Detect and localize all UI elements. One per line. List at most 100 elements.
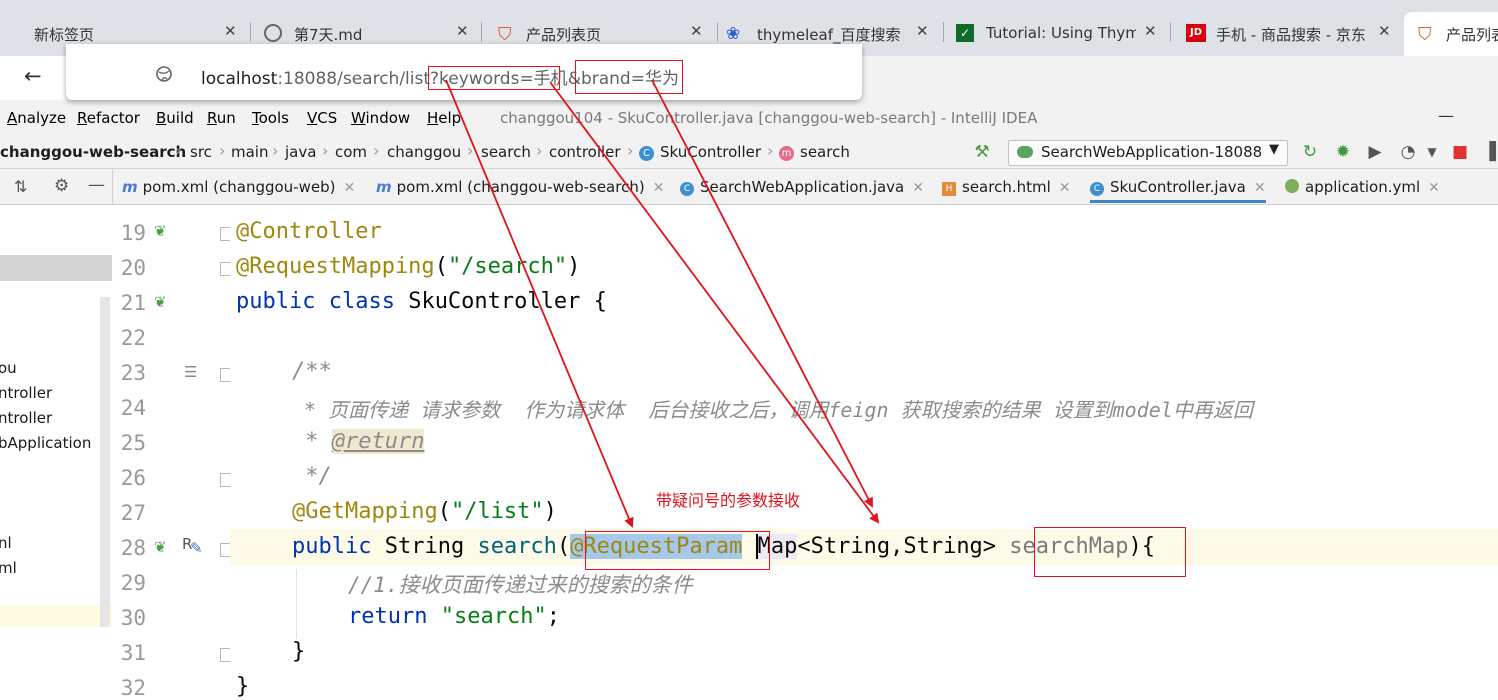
tree-item[interactable]: nl	[0, 534, 12, 552]
crumb-class-label: SkuController	[660, 143, 762, 161]
menu-build[interactable]: Build	[156, 109, 194, 127]
run-coverage-icon[interactable]: ▶	[1365, 142, 1385, 162]
tab-label: application.yml	[1305, 178, 1421, 196]
crumb-java[interactable]: java	[285, 143, 316, 161]
tab-search-web-application[interactable]: C SearchWebApplication.java ✕	[680, 178, 924, 196]
menu-run[interactable]: Run	[207, 109, 236, 127]
crumb-method[interactable]: m search	[779, 143, 850, 161]
close-icon[interactable]: ✕	[1059, 180, 1071, 196]
chevron-down-icon: ▼	[1269, 142, 1279, 157]
generic-token: <String,String>	[797, 534, 1010, 559]
menu-refactor[interactable]: Refactor	[77, 109, 140, 127]
close-icon[interactable]: ✕	[224, 22, 237, 40]
type-token: String	[371, 534, 478, 559]
close-icon[interactable]: ✕	[916, 22, 929, 40]
paren-token: )	[543, 499, 557, 524]
spring-request-mapping-icon[interactable]: ❦	[154, 538, 167, 556]
string-token: "/search"	[447, 254, 568, 279]
comment-token: */	[292, 464, 332, 489]
pencil-icon[interactable]: ✎	[190, 539, 203, 557]
close-icon[interactable]: ✕	[1144, 22, 1157, 40]
menu-help[interactable]: Help	[427, 109, 461, 127]
editor-tabs: ⇅ ⚙ — m pom.xml (changgou-web) ✕ m pom.xml …	[0, 170, 1498, 205]
tab-pom-changgou-web[interactable]: m pom.xml (changgou-web) ✕	[122, 178, 355, 196]
chevron-down-icon[interactable]: ▼	[1422, 142, 1442, 162]
highlighted-tree-row[interactable]	[0, 605, 112, 627]
menu-analyze[interactable]: Analyze	[7, 109, 66, 127]
spring-bean-icon[interactable]: ❦	[154, 293, 167, 311]
project-scrollbar[interactable]	[100, 297, 110, 627]
code-line-25: * @return	[292, 429, 425, 454]
debug-bug-icon[interactable]: ✹	[1333, 142, 1353, 162]
collapse-all-icon[interactable]: ⇅	[14, 177, 27, 196]
paren-token: (	[437, 499, 451, 524]
chevron-right-icon: ›	[627, 141, 634, 160]
crumb-controller[interactable]: controller	[549, 143, 621, 161]
tree-item[interactable]: ntroller	[0, 384, 52, 402]
url-path: :18088/search/list	[277, 69, 431, 89]
menu-vcs[interactable]: VCS	[307, 109, 337, 127]
code-editor[interactable]: @Controller @RequestMapping("/search") p…	[230, 205, 1498, 699]
keyword-token: public class	[236, 289, 395, 314]
profiler-icon[interactable]: ◔	[1398, 142, 1418, 162]
close-icon[interactable]: ✕	[1254, 180, 1266, 196]
selected-tree-row[interactable]	[0, 255, 112, 281]
browser-tab[interactable]: ✓ Tutorial: Using Thym ✕	[954, 12, 1164, 56]
crumb-changgou[interactable]: changgou	[387, 143, 461, 161]
close-icon[interactable]: ✕	[653, 180, 665, 196]
browser-tab-label: 第7天.md	[294, 26, 363, 44]
line-number: 30	[120, 606, 146, 630]
close-icon[interactable]: ✕	[343, 180, 355, 196]
back-arrow-icon[interactable]: ←	[24, 64, 42, 88]
run-configuration-select[interactable]: SearchWebApplication-18088 ▼	[1008, 140, 1288, 166]
tab-application-yml[interactable]: application.yml ✕	[1285, 178, 1440, 196]
close-icon[interactable]: ✕	[690, 22, 703, 40]
method-list-icon[interactable]: ☰	[184, 363, 197, 381]
crumb-search[interactable]: search	[481, 143, 531, 161]
globe-icon[interactable]	[156, 66, 172, 82]
brace-token: }	[236, 674, 250, 699]
crumb-src[interactable]: src	[190, 143, 212, 161]
hammer-build-icon[interactable]: ⚒	[972, 142, 992, 162]
close-icon[interactable]: ✕	[912, 180, 924, 196]
gear-icon[interactable]: ⚙	[54, 176, 69, 196]
line-number: 20	[120, 256, 146, 280]
annotation-token: @RequestMapping	[236, 254, 435, 279]
crumb-module[interactable]: changgou-web-search	[0, 143, 186, 161]
close-icon[interactable]: ✕	[1378, 22, 1391, 40]
ide-breadcrumb: changgou-web-search › src › main › java …	[0, 138, 1498, 169]
project-tree: ou ntroller ntroller bApplication nl ml	[0, 205, 113, 696]
minimize-icon[interactable]: —	[1438, 106, 1454, 125]
javadoc-tag-token: @return	[331, 429, 425, 454]
rerun-icon[interactable]: ↻	[1300, 142, 1320, 162]
hide-panel-icon[interactable]: —	[88, 175, 105, 195]
paren-token: (	[434, 254, 448, 279]
method-name-token: search	[477, 534, 557, 559]
tree-item[interactable]: ntroller	[0, 409, 52, 427]
line-number: 31	[120, 641, 146, 665]
stop-icon[interactable]: ■	[1450, 142, 1470, 162]
string-token: "/list"	[450, 499, 544, 524]
class-declaration-token: SkuController {	[394, 289, 607, 314]
browser-tab[interactable]: JD 手机 - 商品搜索 - 京东 ✕	[1184, 12, 1394, 56]
tab-label: pom.xml (changgou-web-search)	[396, 178, 645, 196]
tab-pom-changgou-web-search[interactable]: m pom.xml (changgou-web-search) ✕	[376, 178, 664, 196]
tree-item[interactable]: ml	[0, 559, 17, 577]
brace-token: }	[292, 639, 306, 664]
close-icon[interactable]: ✕	[1428, 180, 1440, 196]
crumb-main[interactable]: main	[231, 143, 268, 161]
browser-tab-active[interactable]: ⛉ 产品列表	[1404, 12, 1498, 56]
baidu-paw-icon: ❀	[726, 24, 741, 44]
menu-tools[interactable]: Tools	[252, 109, 289, 127]
toolbar-more-icon[interactable]: ▌	[1486, 142, 1498, 162]
tree-item[interactable]: ou	[0, 359, 17, 377]
code-line-30: return "search";	[348, 604, 560, 629]
tab-search-html[interactable]: Hsearch.html ✕	[942, 178, 1071, 196]
crumb-com[interactable]: com	[335, 143, 367, 161]
tab-sku-controller[interactable]: C SkuController.java ✕	[1090, 178, 1266, 203]
spring-bean-icon[interactable]: ❦	[154, 222, 167, 240]
tree-item[interactable]: bApplication	[0, 434, 91, 452]
close-icon[interactable]: ✕	[456, 22, 469, 40]
crumb-class[interactable]: C SkuController	[639, 143, 761, 161]
menu-window[interactable]: Window	[351, 109, 410, 127]
